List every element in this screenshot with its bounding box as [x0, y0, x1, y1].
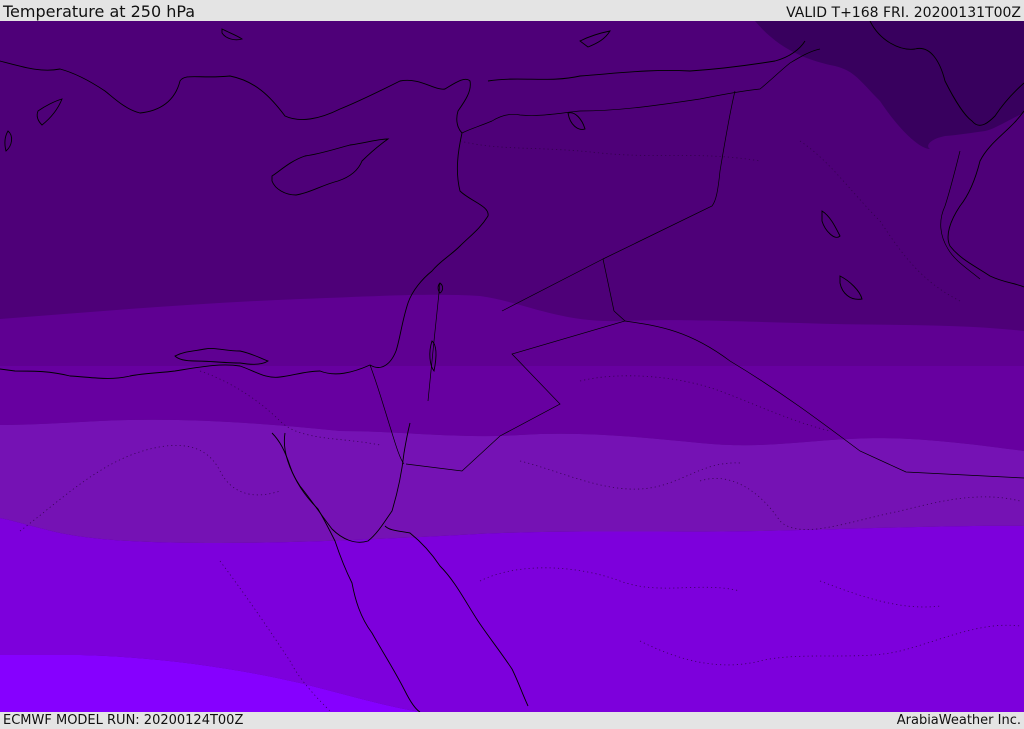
weather-map[interactable] [0, 21, 1024, 712]
temp-band-4 [0, 419, 1024, 543]
header-bar: Temperature at 250 hPa VALID T+168 FRI. … [0, 0, 1024, 21]
valid-time: VALID T+168 FRI. 20200131T00Z [786, 5, 1021, 21]
map-canvas [0, 21, 1024, 712]
map-title: Temperature at 250 hPa [3, 2, 196, 21]
credit-label: ArabiaWeather Inc. [896, 713, 1021, 728]
model-run-label: ECMWF MODEL RUN: 20200124T00Z [3, 713, 244, 728]
footer-bar: ECMWF MODEL RUN: 20200124T00Z ArabiaWeat… [0, 712, 1024, 729]
